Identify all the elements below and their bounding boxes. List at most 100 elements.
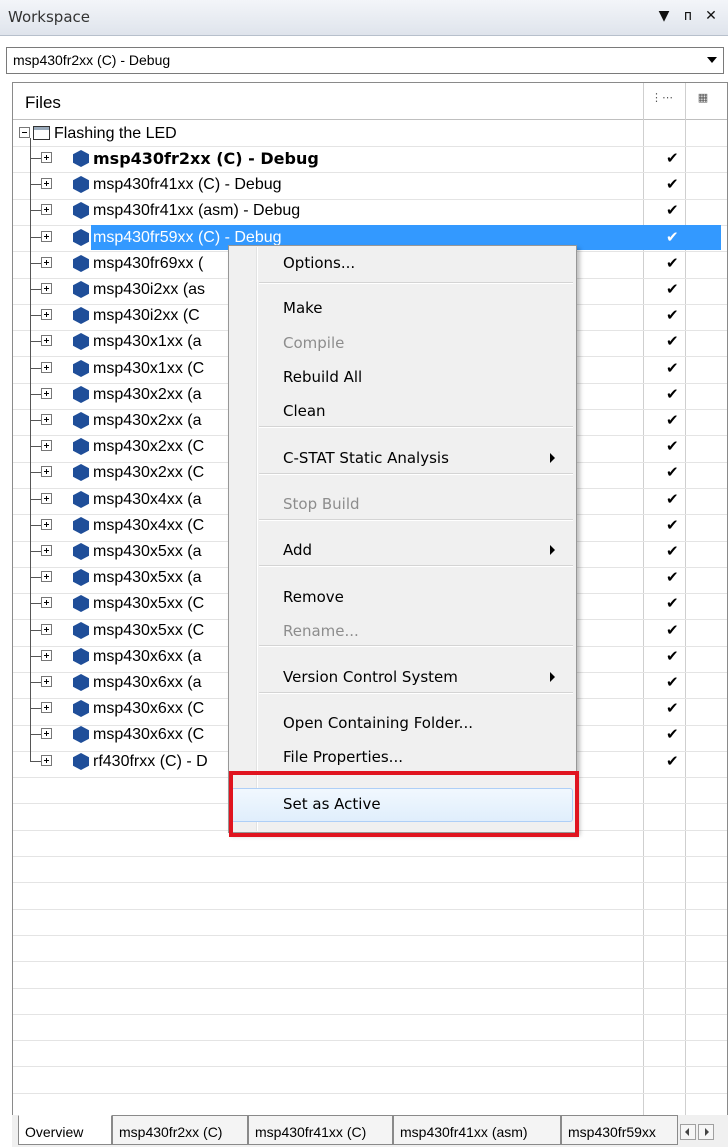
menu-item-file-properties[interactable]: File Properties... bbox=[230, 744, 575, 770]
project-icon bbox=[73, 176, 89, 193]
project-name: msp430x6xx (C bbox=[93, 700, 205, 717]
expand-icon[interactable] bbox=[41, 414, 52, 425]
expand-icon[interactable] bbox=[41, 597, 52, 608]
expand-icon[interactable] bbox=[41, 466, 52, 477]
tab-2[interactable]: msp430fr41xx (C) bbox=[248, 1115, 393, 1145]
tab-4[interactable]: msp430fr59xx bbox=[561, 1115, 678, 1145]
tab-1[interactable]: msp430fr2xx (C) bbox=[112, 1115, 248, 1145]
menu-item-rename[interactable]: Rename... bbox=[230, 618, 575, 644]
tree-connector bbox=[31, 708, 41, 709]
project-icon bbox=[73, 569, 89, 586]
build-check-icon: ✔ bbox=[666, 542, 679, 560]
configuration-value: msp430fr2xx (C) - Debug bbox=[13, 52, 171, 68]
expand-icon[interactable] bbox=[41, 283, 52, 294]
expand-icon[interactable] bbox=[41, 545, 52, 556]
expand-icon[interactable] bbox=[41, 440, 52, 451]
menu-separator bbox=[259, 692, 573, 694]
expand-icon[interactable] bbox=[41, 362, 52, 373]
menu-item-version-control-system[interactable]: Version Control System bbox=[230, 664, 575, 690]
tree-connector bbox=[31, 499, 41, 500]
menu-item-remove[interactable]: Remove bbox=[230, 584, 575, 610]
chevron-down-icon[interactable] bbox=[707, 57, 717, 63]
expand-icon[interactable] bbox=[41, 257, 52, 268]
build-check-icon: ✔ bbox=[666, 516, 679, 534]
project-name: msp430x6xx (a bbox=[93, 674, 202, 691]
build-column-icon[interactable]: ▦ bbox=[693, 91, 713, 109]
project-name: msp430x5xx (C bbox=[93, 595, 205, 612]
menu-item-clean[interactable]: Clean bbox=[230, 398, 575, 424]
expand-icon[interactable] bbox=[41, 178, 52, 189]
menu-item-label: Version Control System bbox=[283, 668, 458, 686]
build-check-icon: ✔ bbox=[666, 647, 679, 665]
expand-icon[interactable] bbox=[41, 650, 52, 661]
configuration-select[interactable]: msp430fr2xx (C) - Debug bbox=[6, 47, 724, 74]
menu-item-compile[interactable]: Compile bbox=[230, 330, 575, 356]
menu-item-options[interactable]: Options... bbox=[230, 250, 575, 276]
scroll-left-icon[interactable] bbox=[680, 1124, 696, 1140]
grid-line bbox=[13, 961, 727, 962]
grid-line bbox=[13, 856, 727, 857]
expand-icon[interactable] bbox=[41, 335, 52, 346]
build-check-icon: ✔ bbox=[666, 673, 679, 691]
build-check-icon: ✔ bbox=[666, 752, 679, 770]
menu-item-label: Rebuild All bbox=[283, 368, 363, 386]
expand-icon[interactable] bbox=[41, 388, 52, 399]
scroll-right-icon[interactable] bbox=[698, 1124, 714, 1140]
menu-item-stop-build[interactable]: Stop Build bbox=[230, 491, 575, 517]
menu-item-open-containing-folder[interactable]: Open Containing Folder... bbox=[230, 710, 575, 736]
files-column-header[interactable]: Files bbox=[25, 93, 61, 113]
project-icon bbox=[73, 281, 89, 298]
build-check-icon: ✔ bbox=[666, 201, 679, 219]
expand-icon[interactable] bbox=[41, 702, 52, 713]
build-check-icon: ✔ bbox=[666, 411, 679, 429]
tree-root-row[interactable]: Flashing the LED bbox=[13, 121, 727, 147]
project-name: msp430x2xx (a bbox=[93, 386, 202, 403]
menu-item-label: C-STAT Static Analysis bbox=[283, 449, 449, 467]
project-row[interactable]: msp430fr41xx (asm) - Debug ✔ bbox=[13, 198, 727, 224]
tab-3[interactable]: msp430fr41xx (asm) bbox=[393, 1115, 561, 1145]
expand-icon[interactable] bbox=[41, 152, 52, 163]
collapse-icon[interactable] bbox=[19, 127, 30, 138]
project-name: msp430x5xx (a bbox=[93, 569, 202, 586]
workspace-icon bbox=[33, 126, 50, 140]
tree-connector bbox=[31, 315, 41, 316]
expand-icon[interactable] bbox=[41, 624, 52, 635]
close-icon[interactable]: ✕ bbox=[702, 8, 720, 24]
grid-line bbox=[13, 1093, 727, 1094]
project-icon bbox=[73, 726, 89, 743]
project-name: msp430fr69xx ( bbox=[93, 255, 204, 272]
build-check-icon: ✔ bbox=[666, 437, 679, 455]
project-name: msp430fr41xx (asm) - Debug bbox=[93, 202, 301, 219]
project-name: msp430x4xx (C bbox=[93, 517, 205, 534]
expand-icon[interactable] bbox=[41, 204, 52, 215]
project-name: msp430fr41xx (C) - Debug bbox=[93, 176, 282, 193]
project-row[interactable]: msp430fr2xx (C) - Debug ✔ bbox=[13, 146, 727, 172]
tab-0[interactable]: Overview bbox=[18, 1115, 112, 1145]
menu-item-rebuild-all[interactable]: Rebuild All bbox=[230, 364, 575, 390]
menu-item-c-stat-static-analysis[interactable]: C-STAT Static Analysis bbox=[230, 445, 575, 471]
project-icon bbox=[73, 753, 89, 770]
project-icon bbox=[73, 438, 89, 455]
project-icon bbox=[73, 595, 89, 612]
expand-icon[interactable] bbox=[41, 755, 52, 766]
build-check-icon: ✔ bbox=[666, 699, 679, 717]
pin-icon[interactable]: ᴨ bbox=[679, 8, 697, 24]
menu-item-make[interactable]: Make bbox=[230, 295, 575, 321]
build-check-icon: ✔ bbox=[666, 228, 679, 246]
menu-item-add[interactable]: Add bbox=[230, 537, 575, 563]
expand-icon[interactable] bbox=[41, 231, 52, 242]
build-check-icon: ✔ bbox=[666, 463, 679, 481]
expand-icon[interactable] bbox=[41, 493, 52, 504]
expand-icon[interactable] bbox=[41, 309, 52, 320]
project-icon bbox=[73, 255, 89, 272]
dropdown-icon[interactable]: ▼ bbox=[655, 8, 673, 24]
expand-icon[interactable] bbox=[41, 571, 52, 582]
project-row[interactable]: msp430fr41xx (C) - Debug ✔ bbox=[13, 172, 727, 198]
expand-icon[interactable] bbox=[41, 728, 52, 739]
build-check-icon: ✔ bbox=[666, 490, 679, 508]
project-name: msp430x6xx (a bbox=[93, 648, 202, 665]
expand-icon[interactable] bbox=[41, 519, 52, 530]
options-column-icon[interactable]: ⋮⋯ bbox=[651, 91, 673, 109]
menu-item-label: Open Containing Folder... bbox=[283, 714, 473, 732]
expand-icon[interactable] bbox=[41, 676, 52, 687]
